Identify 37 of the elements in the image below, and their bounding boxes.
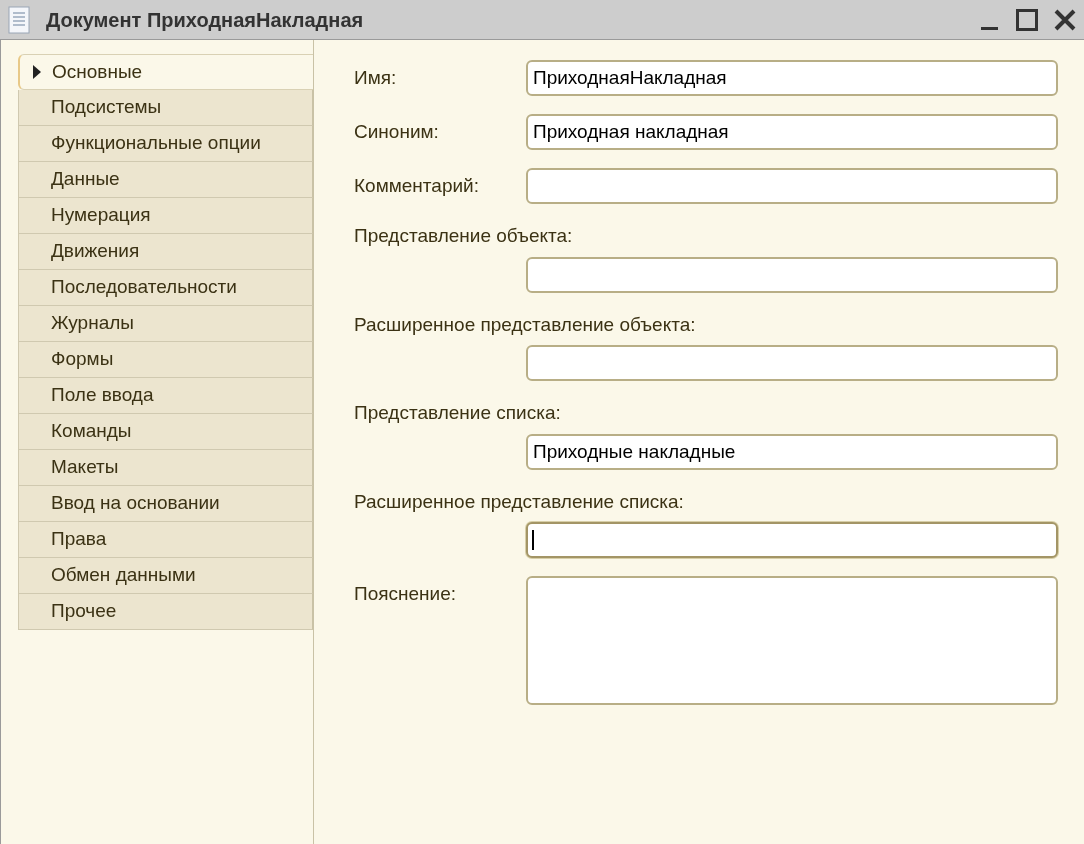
input-field[interactable] [526,522,1058,558]
sidebar-tab[interactable]: Последовательности [18,270,313,306]
input-field[interactable]: ПриходнаяНакладная [526,60,1058,96]
maximize-icon[interactable] [1016,8,1038,31]
sidebar-tab[interactable]: Команды [18,414,313,450]
sidebar-tab[interactable]: Подсистемы [18,90,313,126]
sidebar-tab[interactable]: Обмен данными [18,558,313,594]
field-label: Имя: [354,66,398,90]
caret-icon [32,64,42,80]
sidebar-tab[interactable]: Поле ввода [18,378,313,414]
close-icon[interactable] [1054,8,1076,31]
input-field[interactable] [526,168,1058,204]
sidebar-tab[interactable]: Журналы [18,306,313,342]
input-field[interactable] [526,345,1058,381]
field-label: Расширенное представление списка: [354,489,685,514]
sidebar-tab[interactable]: Данные [18,162,313,198]
window-title: Документ ПриходнаяНакладная [46,7,364,33]
sidebar-tab[interactable]: Движения [18,234,313,270]
document-icon [8,5,30,34]
sidebar-tab[interactable]: Ввод на основании [18,486,313,522]
input-field[interactable] [526,256,1058,293]
input-field[interactable]: Приходная накладная [526,114,1058,150]
text-area[interactable] [526,576,1058,705]
sidebar-tab[interactable]: Прочее [18,594,313,630]
field-label: Расширенное представление объекта: [354,312,697,337]
sidebar-tab[interactable]: Основные [18,54,314,90]
sidebar-tab[interactable]: Макеты [18,450,313,486]
sidebar-tab[interactable]: Нумерация [18,198,313,234]
field-label: Комментарий: [354,174,480,198]
field-label: Синоним: [354,120,440,144]
field-label: Пояснение: [354,582,458,606]
input-field[interactable]: Приходные накладные [526,433,1058,470]
sidebar-tab[interactable]: Функциональные опции [18,126,313,162]
sidebar-tab[interactable]: Права [18,522,313,558]
sidebar-tab[interactable]: Формы [18,342,313,378]
field-label: Представление списка: [354,401,562,425]
field-label: Представление объекта: [354,224,574,248]
